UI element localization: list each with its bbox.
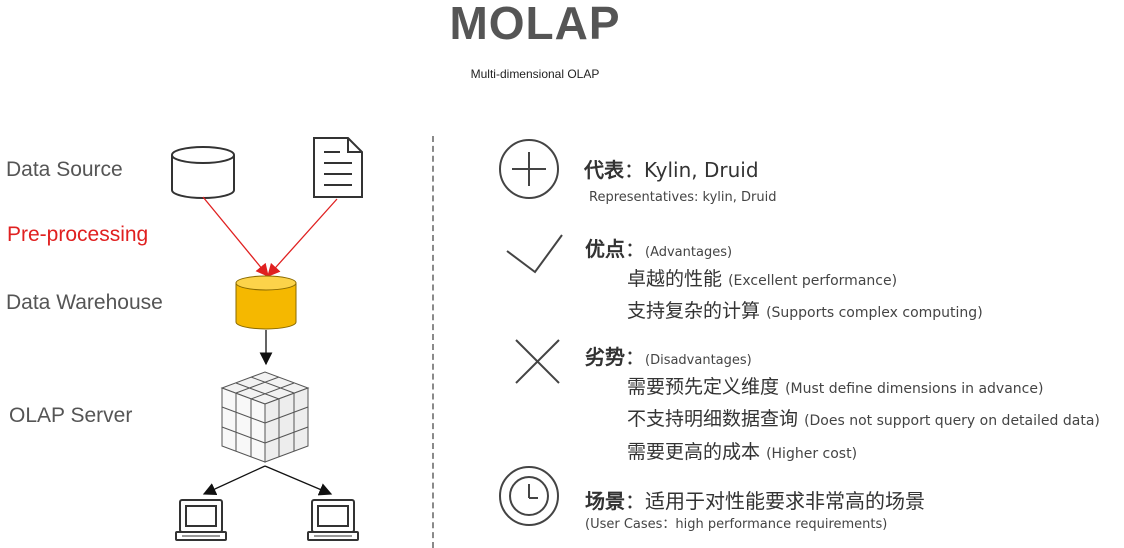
disadvantage-item: 需要预先定义维度 (Must define dimensions in adva…: [627, 372, 1043, 399]
representatives-note: Representatives: kylin, Druid: [589, 190, 777, 205]
document-icon: [313, 137, 363, 198]
advantages-note: (Advantages): [645, 245, 733, 260]
molap-diagram: [171, 137, 563, 541]
advantage-item: 卓越的性能 (Excellent performance): [627, 264, 897, 291]
use-cases-separator: ：: [625, 489, 645, 513]
disadvantage-item-zh: 不支持明细数据查询: [627, 408, 799, 430]
disadvantage-item-en: (Higher cost): [766, 446, 858, 462]
use-cases-note: (User Cases：high performance requirement…: [585, 517, 888, 532]
representatives-value: Kylin, Druid: [644, 158, 759, 182]
disadvantages-separator: ：: [625, 345, 645, 369]
representatives-label: 代表: [584, 158, 624, 182]
arrow-source-to-warehouse: [202, 196, 269, 278]
disadvantage-item-en: (Does not support query on detailed data…: [804, 413, 1100, 429]
advantage-item-zh: 支持复杂的计算: [627, 300, 761, 322]
advantage-item-zh: 卓越的性能: [627, 268, 723, 290]
arrow-document-to-warehouse: [267, 198, 338, 277]
computer-icon: [175, 499, 227, 541]
use-cases-heading: 场景：适用于对性能要求非常高的场景: [585, 485, 925, 514]
clock-icon: [499, 466, 559, 526]
use-cases-label: 场景: [585, 489, 625, 513]
check-icon: [506, 234, 563, 274]
representatives-separator: ：: [624, 158, 644, 182]
arrow-olap-to-client-right: [264, 465, 333, 496]
advantage-item-en: (Supports complex computing): [766, 305, 983, 321]
advantage-item: 支持复杂的计算 (Supports complex computing): [627, 296, 983, 323]
arrow-olap-to-client-left: [202, 465, 266, 496]
disadvantage-item: 需要更高的成本 (Higher cost): [627, 437, 857, 464]
advantages-heading: 优点：(Advantages): [585, 233, 732, 262]
data-warehouse-icon: [235, 275, 297, 330]
disadvantages-label: 劣势: [585, 345, 625, 369]
disadvantage-item-zh: 需要预先定义维度: [627, 376, 780, 398]
disadvantage-item: 不支持明细数据查询 (Does not support query on det…: [627, 404, 1100, 431]
use-cases-value: 适用于对性能要求非常高的场景: [645, 489, 925, 513]
advantages-separator: ：: [625, 237, 645, 261]
disadvantage-item-en: (Must define dimensions in advance): [785, 381, 1044, 397]
disadvantage-item-zh: 需要更高的成本: [627, 441, 761, 463]
advantage-item-en: (Excellent performance): [728, 273, 898, 289]
database-icon: [171, 146, 235, 199]
representatives-heading: 代表：Kylin, Druid: [584, 154, 759, 183]
olap-cube-icon: [220, 371, 310, 463]
cross-icon: [515, 339, 560, 384]
computer-icon: [307, 499, 359, 541]
advantages-label: 优点: [585, 237, 625, 261]
disadvantages-note: (Disadvantages): [645, 353, 752, 368]
disadvantages-heading: 劣势：(Disadvantages): [585, 341, 752, 370]
plus-circle-icon: [499, 139, 559, 199]
